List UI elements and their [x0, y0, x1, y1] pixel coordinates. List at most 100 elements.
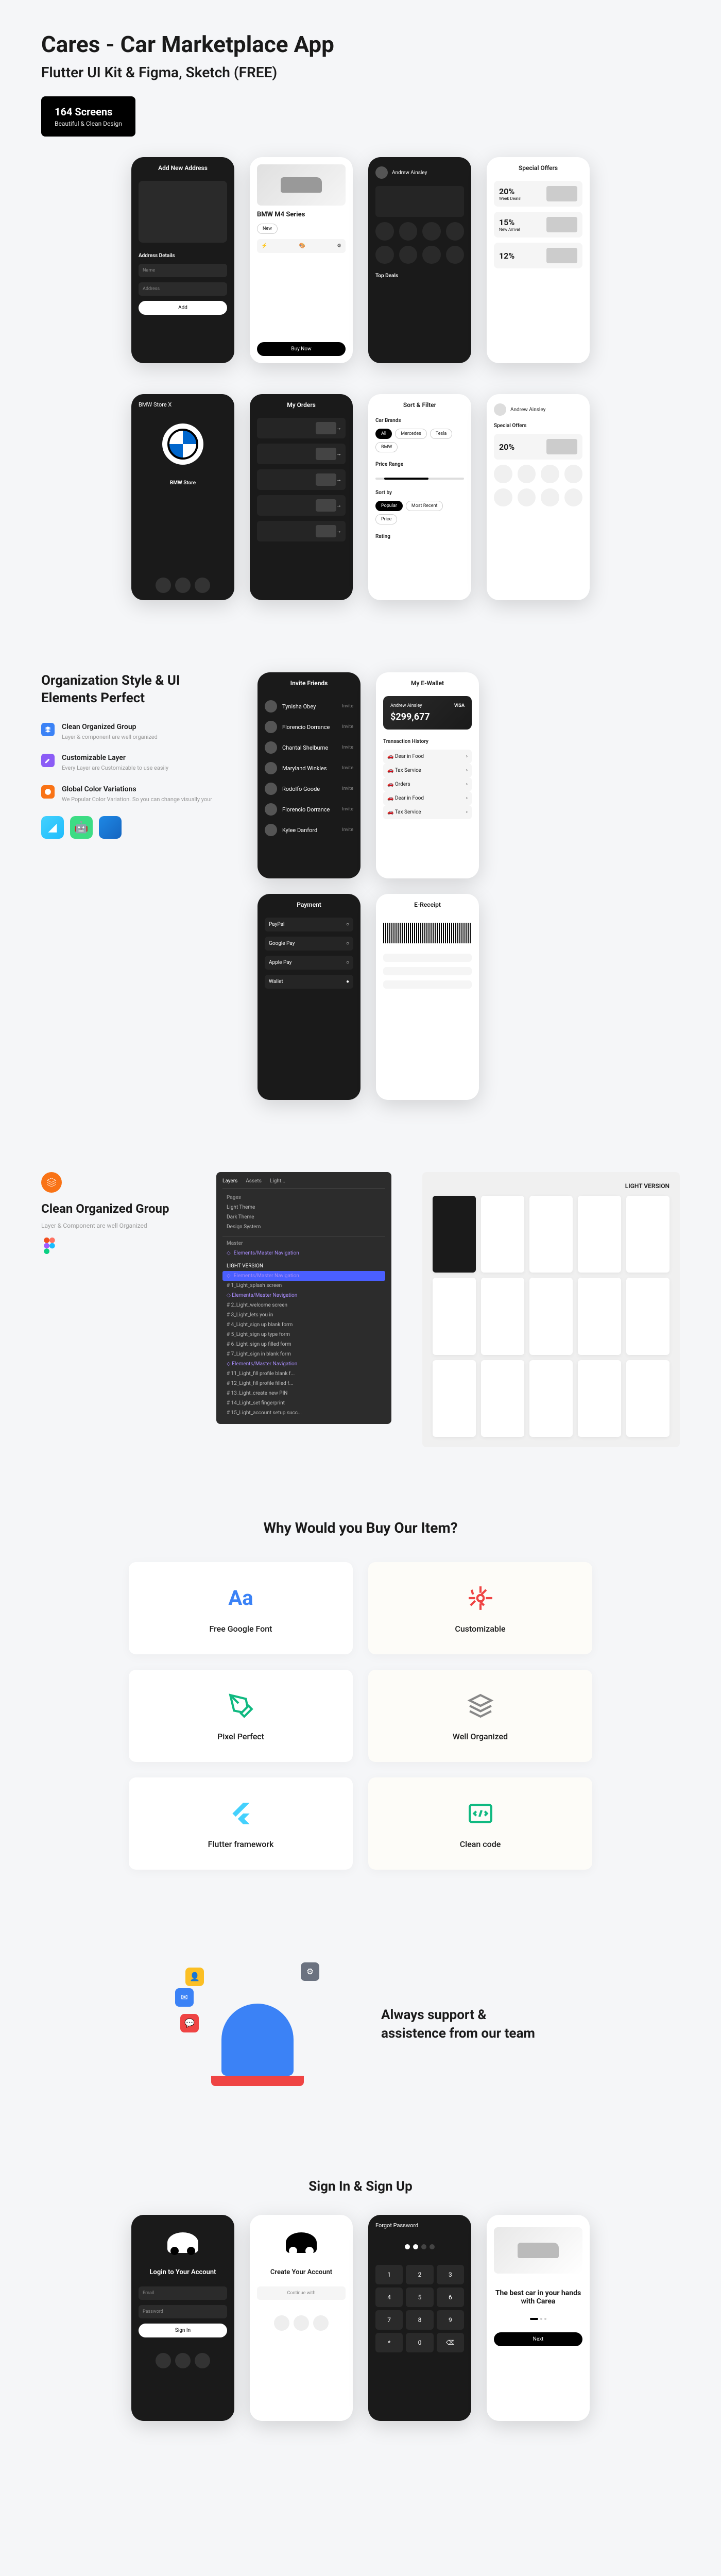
why-card: Flutter framework [129, 1777, 353, 1870]
user-name: Andrew Ainsley [510, 407, 545, 413]
phone-payment: Payment PayPal○ Google Pay○ Apple Pay○ W… [258, 894, 360, 1100]
layer-item[interactable]: # 13_Light_create new PIN [222, 1388, 385, 1398]
artboard[interactable] [481, 1360, 524, 1437]
badge-count: 164 Screens [55, 106, 122, 118]
onboard-car-image [494, 2227, 582, 2274]
artboard[interactable] [578, 1278, 621, 1354]
layer-item[interactable]: # 3_Light_lets you in [222, 1310, 385, 1320]
app-logo-icon [286, 2232, 317, 2253]
phone-filter: Sort & Filter Car Brands All Mercedes Te… [368, 394, 471, 600]
artboard-canvas[interactable]: LIGHT VERSION [422, 1172, 680, 1447]
screen-title: My E-Wallet [383, 680, 472, 687]
why-card: Pixel Perfect [129, 1670, 353, 1762]
page-item[interactable]: Dark Theme [222, 1212, 385, 1222]
layer-item[interactable]: # 15_Light_account setup succ... [222, 1408, 385, 1418]
action-btn [195, 578, 210, 593]
receipt-row [383, 954, 472, 962]
edit-icon [41, 754, 55, 767]
artboard[interactable] [433, 1196, 476, 1273]
artboard[interactable] [578, 1360, 621, 1437]
tab-layers[interactable]: Layers [222, 1178, 237, 1184]
artboard[interactable] [481, 1196, 524, 1273]
page-item[interactable]: Light Theme [222, 1202, 385, 1212]
chip: BMW [375, 442, 398, 452]
friend-name: Rodolfo Goode [282, 786, 337, 792]
pen-icon [226, 1690, 256, 1721]
friend-name: Tynisha Obey [282, 703, 337, 710]
keypad-key: 8 [406, 2310, 433, 2330]
layer-item-selected[interactable]: ◇ Elements/Master Navigation [222, 1271, 385, 1281]
order-item: → [257, 444, 346, 464]
brand-icon [518, 488, 536, 507]
phone-add-address: Add New Address Address Details Name Add… [131, 157, 234, 363]
layer-item[interactable]: # 2_Light_welcome screen [222, 1300, 385, 1310]
chip: All [375, 429, 392, 439]
payment-method: Google Pay○ [265, 937, 353, 951]
why-card: Clean code [368, 1777, 592, 1870]
artboard[interactable] [529, 1196, 573, 1273]
layer-item[interactable]: ◇ Elements/Master Navigation [222, 1291, 385, 1300]
filter-label: Sort by [375, 490, 464, 496]
payment-method: Apple Pay○ [265, 956, 353, 970]
why-label: Well Organized [389, 1732, 572, 1741]
cog-desc: Layer & Component are well Organized [41, 1222, 185, 1229]
artboard[interactable] [433, 1360, 476, 1437]
password-input: Password [139, 2305, 227, 2318]
payment-method: Wallet● [265, 975, 353, 989]
artboard[interactable] [578, 1196, 621, 1273]
figma-layers-panel[interactable]: Layers Assets Light... Pages Light Theme… [216, 1172, 391, 1424]
tab-assets[interactable]: Assets [246, 1178, 262, 1184]
layer-item[interactable]: # 14_Light_set fingerprint [222, 1398, 385, 1408]
globe-icon [41, 785, 55, 799]
org-feature: Global Color Variations We Popular Color… [41, 785, 227, 804]
tab-page[interactable]: Light... [270, 1178, 285, 1184]
clean-organized-section: Clean Organized Group Layer & Component … [0, 1141, 721, 1478]
next-button: Next [494, 2332, 582, 2346]
artboard[interactable] [529, 1360, 573, 1437]
avatar [265, 824, 277, 836]
badge-sub: Beautiful & Clean Design [55, 120, 122, 127]
layer-item[interactable]: # 5_Light_sign up type form [222, 1330, 385, 1340]
category-icon [446, 222, 465, 241]
social-btn [156, 2353, 171, 2368]
mockup-row-2: BMW Store X BMW Store My Orders → → → [0, 394, 721, 631]
artboards-title: LIGHT VERSION [433, 1182, 670, 1190]
pages-header: Pages [222, 1193, 385, 1202]
social-btn [274, 2315, 289, 2331]
friend-name: Maryland Winkles [282, 765, 337, 772]
why-buy-section: Why Would you Buy Our Item? AaFree Googl… [0, 1478, 721, 1911]
artboard[interactable] [433, 1278, 476, 1354]
friend-row: Florencio DorranceInvite [265, 799, 353, 820]
artboard[interactable] [529, 1278, 573, 1354]
layer-item[interactable]: # 6_Light_sign up filled form [222, 1340, 385, 1349]
artboard[interactable] [626, 1278, 670, 1354]
support-section: 👤 ✉ 💬 ⚙ Always support & assistence from… [0, 1911, 721, 2138]
wallet-balance: $299,677 [390, 711, 465, 722]
signin-button: Sign In [139, 2324, 227, 2337]
artboard[interactable] [626, 1360, 670, 1437]
layer-item[interactable]: ◇ Elements/Master Navigation [222, 1359, 385, 1369]
layer-item[interactable]: # 1_Light_splash screen [222, 1281, 385, 1291]
keypad-key: 2 [406, 2265, 433, 2284]
invite-link: Invite [342, 786, 353, 791]
artboard[interactable] [626, 1196, 670, 1273]
layer-item[interactable]: # 7_Light_sign in blank form [222, 1349, 385, 1359]
feature-desc: Layer & component are well organized [62, 733, 158, 742]
store-name: BMW Store X [139, 401, 227, 408]
page-item[interactable]: Design System [222, 1222, 385, 1232]
avatar [265, 700, 277, 713]
artboard[interactable] [481, 1278, 524, 1354]
brand-icon [494, 465, 512, 483]
layer-item[interactable]: # 12_Light_fill profile filled f... [222, 1379, 385, 1388]
social-btn [313, 2315, 329, 2331]
brand-icon [564, 465, 583, 483]
offer-card: 20% [494, 434, 582, 460]
layer-item[interactable]: # 11_Light_fill profile blank f... [222, 1369, 385, 1379]
Aa-icon: Aa [226, 1583, 256, 1614]
keypad-key: 3 [437, 2265, 464, 2284]
layer-item[interactable]: # 4_Light_sign up blank form [222, 1320, 385, 1330]
order-item: → [257, 521, 346, 541]
forgot-title: Forgot Password [375, 2222, 464, 2229]
master-item[interactable]: ◇ Elements/Master Navigation [222, 1248, 385, 1258]
flutter-icon [226, 1798, 256, 1829]
